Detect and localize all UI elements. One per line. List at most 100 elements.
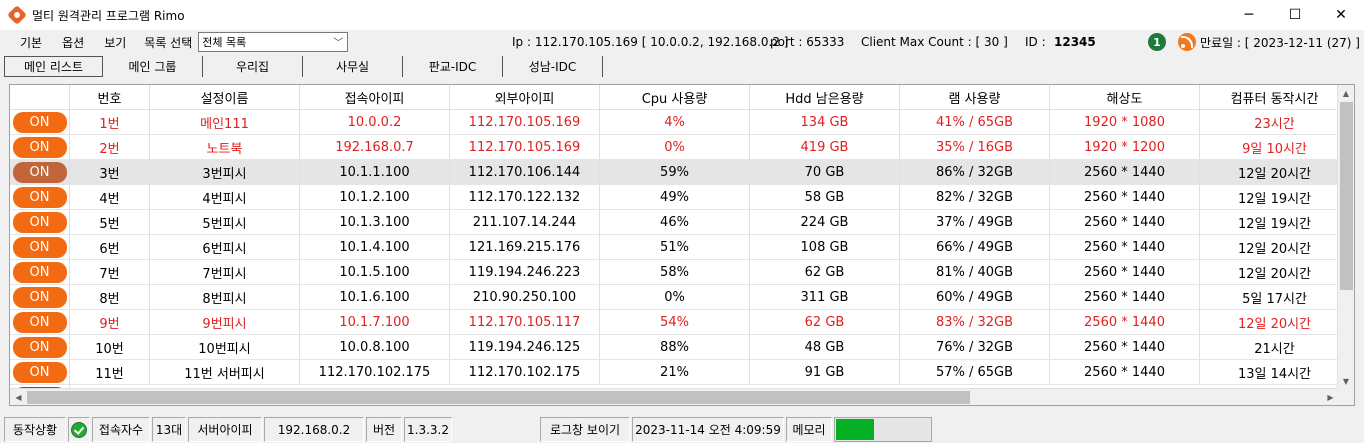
table-row[interactable]: ON 6번 6번피시 10.1.4.100 121.169.215.176 51% 108 … xyxy=(10,235,1350,260)
header-config-name[interactable]: 설정이름 xyxy=(150,85,300,110)
tab-pangyo-idc[interactable]: 판교-IDC xyxy=(403,56,503,77)
on-toggle-button[interactable]: ON xyxy=(12,286,67,308)
header-external-ip[interactable]: 외부아이피 xyxy=(450,85,600,110)
minimize-button[interactable]: ─ xyxy=(1226,0,1272,30)
resolution-cell: 2560 * 1440 xyxy=(1050,310,1200,334)
header-number[interactable]: 번호 xyxy=(70,85,150,110)
header-ram-usage[interactable]: 램 사용량 xyxy=(900,85,1050,110)
config-name-cell: 4번피시 xyxy=(150,185,300,209)
config-name-cell: 메인111 xyxy=(150,110,300,134)
table-row[interactable]: ON 1번 메인111 10.0.0.2 112.170.105.169 4% 134 GB… xyxy=(10,110,1350,135)
config-name-cell: 6번피시 xyxy=(150,235,300,259)
uptime-cell: 12일 20시간 xyxy=(1200,310,1350,334)
table-row[interactable]: ON 8번 8번피시 10.1.6.100 210.90.250.100 0% 311 GB… xyxy=(10,285,1350,310)
state-label: 동작상황 xyxy=(4,417,66,442)
header-hdd-free[interactable]: Hdd 남은용량 xyxy=(750,85,900,110)
cpu-usage-cell: 49% xyxy=(600,185,750,209)
external-ip-cell: 112.170.102.175 xyxy=(450,360,600,384)
access-ip-cell: 10.1.7.100 xyxy=(300,310,450,334)
grid-header: 번호 설정이름 접속아이피 외부아이피 Cpu 사용량 Hdd 남은용량 램 사용량 해상도 컴… xyxy=(10,85,1350,110)
horizontal-scroll-thumb[interactable] xyxy=(27,391,970,404)
resolution-cell: 1920 * 1200 xyxy=(1050,135,1200,159)
on-toggle-button[interactable]: ON xyxy=(12,136,67,158)
menu-basic[interactable]: 기본 xyxy=(10,34,52,51)
resolution-cell: 2560 * 1440 xyxy=(1050,185,1200,209)
tab-office[interactable]: 사무실 xyxy=(303,56,403,77)
notification-badge[interactable]: 1 xyxy=(1148,30,1166,54)
window-title: 멀티 원격관리 프로그램 Rimo xyxy=(32,8,185,23)
tab-home[interactable]: 우리집 xyxy=(203,56,303,77)
rss-icon-wrap[interactable] xyxy=(1178,30,1196,54)
uptime-cell: 21시간 xyxy=(1200,335,1350,359)
table-row[interactable]: ON 4번 4번피시 10.1.2.100 112.170.122.132 49% 58 G… xyxy=(10,185,1350,210)
id-value: 12345 xyxy=(1054,35,1096,49)
scroll-up-icon[interactable]: ▲ xyxy=(1338,85,1354,102)
external-ip-cell: 112.170.105.169 xyxy=(450,135,600,159)
access-ip-cell: 10.1.3.100 xyxy=(300,210,450,234)
client-grid: 번호 설정이름 접속아이피 외부아이피 Cpu 사용량 Hdd 남은용량 램 사용량 해상도 컴… xyxy=(9,84,1355,406)
rss-icon xyxy=(1178,33,1196,51)
table-row[interactable]: ON 10번 10번피시 10.0.8.100 119.194.246.125 88% 48… xyxy=(10,335,1350,360)
hdd-free-cell: 70 GB xyxy=(750,160,900,184)
table-row[interactable]: ON 5번 5번피시 10.1.3.100 211.107.14.244 46% 224 G… xyxy=(10,210,1350,235)
header-cpu-usage[interactable]: Cpu 사용량 xyxy=(600,85,750,110)
state-indicator xyxy=(68,417,90,442)
cpu-usage-cell: 0% xyxy=(600,285,750,309)
tab-seongnam-idc[interactable]: 성남-IDC xyxy=(503,56,603,77)
number-cell: 10번 xyxy=(70,335,150,359)
menu-bar: 기본 옵션 보기 목록 선택 전체 목록 ﹀ Ip : 112.170.105.… xyxy=(0,30,1364,54)
tab-main-group[interactable]: 메인 그룹 xyxy=(103,56,203,77)
status-cell: ON xyxy=(10,235,70,259)
on-toggle-button[interactable]: ON xyxy=(12,361,67,383)
header-uptime[interactable]: 컴퓨터 동작시간 xyxy=(1200,85,1350,110)
ram-usage-cell: 41% / 65GB xyxy=(900,110,1050,134)
uptime-cell: 5일 17시간 xyxy=(1200,285,1350,309)
header-access-ip[interactable]: 접속아이피 xyxy=(300,85,450,110)
menu-options[interactable]: 옵션 xyxy=(52,34,94,51)
app-logo-icon xyxy=(7,5,27,25)
on-toggle-button[interactable]: ON xyxy=(12,211,67,233)
maximize-button[interactable]: ☐ xyxy=(1272,0,1318,30)
show-log-button[interactable]: 로그창 보이기 xyxy=(540,417,630,442)
table-row[interactable]: ON 9번 9번피시 10.1.7.100 112.170.105.117 54% 62 G… xyxy=(10,310,1350,335)
status-cell: ON xyxy=(10,210,70,234)
ram-usage-cell: 35% / 16GB xyxy=(900,135,1050,159)
on-toggle-button[interactable]: ON xyxy=(12,161,67,183)
uptime-cell: 9일 10시간 xyxy=(1200,135,1350,159)
uptime-cell: 12일 20시간 xyxy=(1200,260,1350,284)
table-row[interactable]: ON 3번 3번피시 10.1.1.100 112.170.106.144 59% 70 G… xyxy=(10,160,1350,185)
horizontal-scrollbar[interactable]: ◀ ▶ xyxy=(10,388,1339,405)
cpu-usage-cell: 54% xyxy=(600,310,750,334)
config-name-cell: 10번피시 xyxy=(150,335,300,359)
chevron-down-icon: ﹀ xyxy=(333,38,344,49)
vertical-scrollbar[interactable]: ▲ ▼ xyxy=(1337,85,1354,390)
resolution-cell: 2560 * 1440 xyxy=(1050,235,1200,259)
ram-usage-cell: 82% / 32GB xyxy=(900,185,1050,209)
uptime-cell: 13일 14시간 xyxy=(1200,360,1350,384)
on-toggle-button[interactable]: ON xyxy=(12,111,67,133)
on-toggle-button[interactable]: ON xyxy=(12,311,67,333)
list-select-dropdown[interactable]: 전체 목록 ﹀ xyxy=(198,32,349,52)
on-toggle-button[interactable]: ON xyxy=(12,186,67,208)
ip-info: Ip : 112.170.105.169 [ 10.0.0.2, 192.168… xyxy=(512,35,789,49)
table-row[interactable]: ON 7번 7번피시 10.1.5.100 119.194.246.223 58% 62 G… xyxy=(10,260,1350,285)
scroll-left-icon[interactable]: ◀ xyxy=(10,389,27,405)
vertical-scroll-thumb[interactable] xyxy=(1340,102,1353,290)
memory-label: 메모리 xyxy=(786,417,832,442)
tab-main-list[interactable]: 메인 리스트 xyxy=(4,56,103,77)
config-name-cell: 9번피시 xyxy=(150,310,300,334)
on-toggle-button[interactable]: ON xyxy=(12,236,67,258)
on-toggle-button[interactable]: ON xyxy=(12,261,67,283)
on-toggle-button[interactable]: ON xyxy=(12,336,67,358)
header-resolution[interactable]: 해상도 xyxy=(1050,85,1200,110)
ram-usage-cell: 57% / 65GB xyxy=(900,360,1050,384)
external-ip-cell: 211.107.14.244 xyxy=(450,210,600,234)
menu-view[interactable]: 보기 xyxy=(94,34,136,51)
external-ip-cell: 119.194.246.223 xyxy=(450,260,600,284)
config-name-cell: 5번피시 xyxy=(150,210,300,234)
external-ip-cell: 210.90.250.100 xyxy=(450,285,600,309)
table-row[interactable]: ON 2번 노트북 192.168.0.7 112.170.105.169 0% 419 G… xyxy=(10,135,1350,160)
header-status-col[interactable] xyxy=(10,85,70,110)
table-row[interactable]: ON 11번 11번 서버피시 112.170.102.175 112.170.102.… xyxy=(10,360,1350,385)
close-button[interactable]: ✕ xyxy=(1318,0,1364,30)
